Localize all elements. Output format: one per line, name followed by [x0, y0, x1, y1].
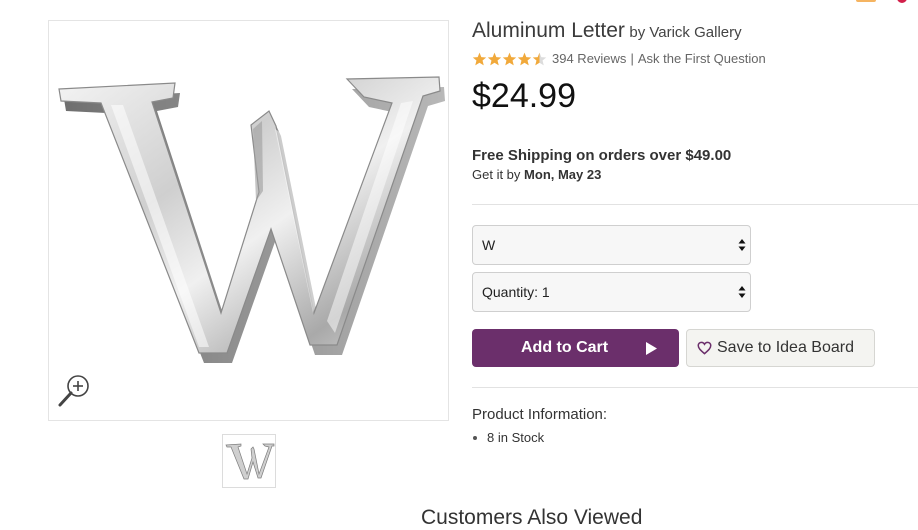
product-title: Aluminum Letter by Varick Gallery [472, 19, 742, 43]
rating-row: 394 Reviews | Ask the First Question [472, 51, 766, 66]
delivery-date: Mon, May 23 [524, 167, 602, 182]
play-arrow-icon [646, 342, 657, 355]
divider [472, 204, 918, 205]
star-icon [472, 52, 487, 65]
heart-outline-icon [697, 341, 712, 355]
product-price: $24.99 [472, 77, 576, 115]
add-to-cart-label: Add to Cart [521, 339, 609, 356]
product-info-heading: Product Information: [472, 406, 608, 423]
delivery-prefix: Get it by [472, 167, 521, 182]
divider [472, 387, 918, 388]
save-to-idea-board-button[interactable]: Save to Idea Board [686, 329, 875, 367]
star-icon [502, 52, 517, 65]
add-to-cart-button[interactable]: Add to Cart [472, 329, 679, 367]
save-to-idea-board-label: Save to Idea Board [717, 339, 854, 356]
rating-separator: | [630, 51, 634, 66]
letter-select[interactable]: W [472, 225, 751, 265]
letter-w-image [58, 76, 445, 363]
rating-stars[interactable] [472, 52, 547, 66]
product-name: Aluminum Letter [472, 19, 625, 42]
thumbnail-letter-w[interactable] [222, 434, 276, 488]
customers-also-viewed-heading: Customers Also Viewed [421, 506, 643, 529]
zoom-in-icon[interactable] [57, 373, 91, 409]
thumbnail-image [225, 443, 275, 480]
header-notification-dot [897, 0, 907, 3]
letter-select-value: W [482, 237, 496, 253]
free-shipping-text: Free Shipping on orders over $49.00 [472, 147, 732, 164]
star-icon [517, 52, 532, 65]
product-brand[interactable]: by Varick Gallery [629, 24, 741, 41]
select-arrows-icon [738, 286, 746, 298]
list-item: 8 in Stock [472, 430, 544, 445]
main-product-image[interactable] [48, 20, 449, 421]
quantity-select-value: Quantity: 1 [482, 284, 550, 300]
quantity-select[interactable]: Quantity: 1 [472, 272, 751, 312]
star-half-icon [532, 52, 547, 65]
product-info-list: 8 in Stock [472, 430, 544, 445]
delivery-estimate: Get it by Mon, May 23 [472, 167, 601, 182]
ask-question-link[interactable]: Ask the First Question [638, 51, 766, 66]
header-badge [856, 0, 876, 2]
star-icon [487, 52, 502, 65]
select-arrows-icon [738, 239, 746, 251]
reviews-link[interactable]: 394 Reviews [552, 51, 626, 66]
